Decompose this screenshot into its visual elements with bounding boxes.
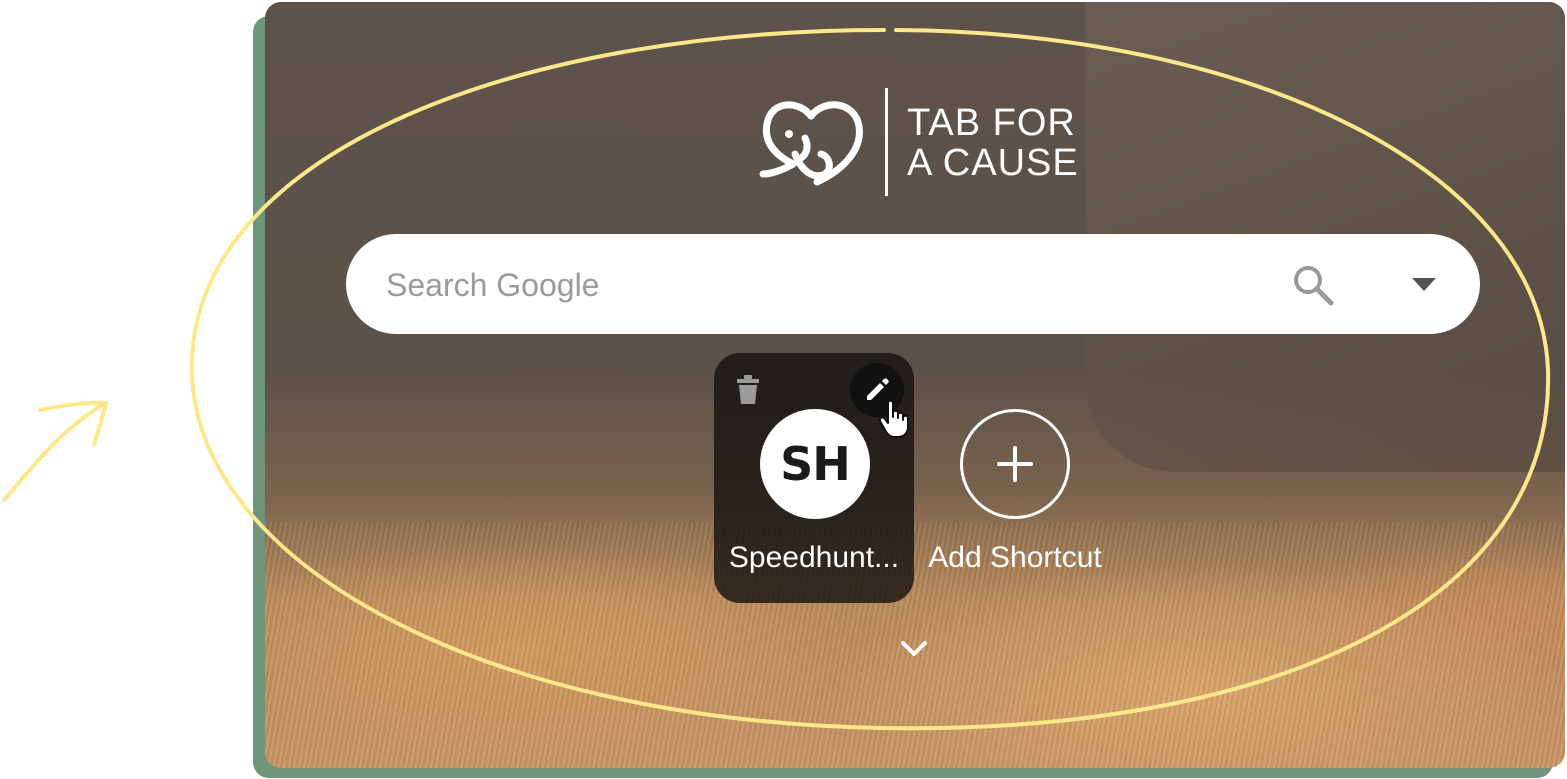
arrow-head <box>38 400 108 446</box>
add-shortcut-button[interactable] <box>960 409 1070 519</box>
plus-icon <box>997 446 1033 482</box>
search-bar <box>346 234 1480 334</box>
logo-text-line-1: TAB FOR <box>907 102 1076 144</box>
tab-for-a-cause-logo: TAB FOR A CAUSE <box>755 84 1085 199</box>
trash-icon[interactable] <box>736 375 760 405</box>
elephant-heart-icon <box>759 101 863 186</box>
shortcut-tile[interactable]: SH Speedhunt... <box>714 353 914 603</box>
add-shortcut-label[interactable]: Add Shortcut <box>915 541 1115 575</box>
logo-divider <box>885 88 888 196</box>
arrow-shaft <box>2 402 106 502</box>
chevron-down-icon[interactable] <box>900 640 928 658</box>
add-shortcut-tile[interactable]: Add Shortcut <box>915 353 1115 603</box>
new-tab-page: TAB FOR A CAUSE SH Speedhunt... <box>265 2 1565 768</box>
search-input[interactable] <box>384 264 1248 306</box>
shortcut-avatar[interactable]: SH <box>760 409 870 519</box>
shortcut-label[interactable]: Speedhunt... <box>714 541 914 575</box>
hand-cursor-icon <box>878 399 909 438</box>
caret-down-icon[interactable] <box>1412 278 1436 292</box>
search-icon[interactable] <box>1292 264 1334 306</box>
logo-text-line-2: A CAUSE <box>907 142 1079 184</box>
